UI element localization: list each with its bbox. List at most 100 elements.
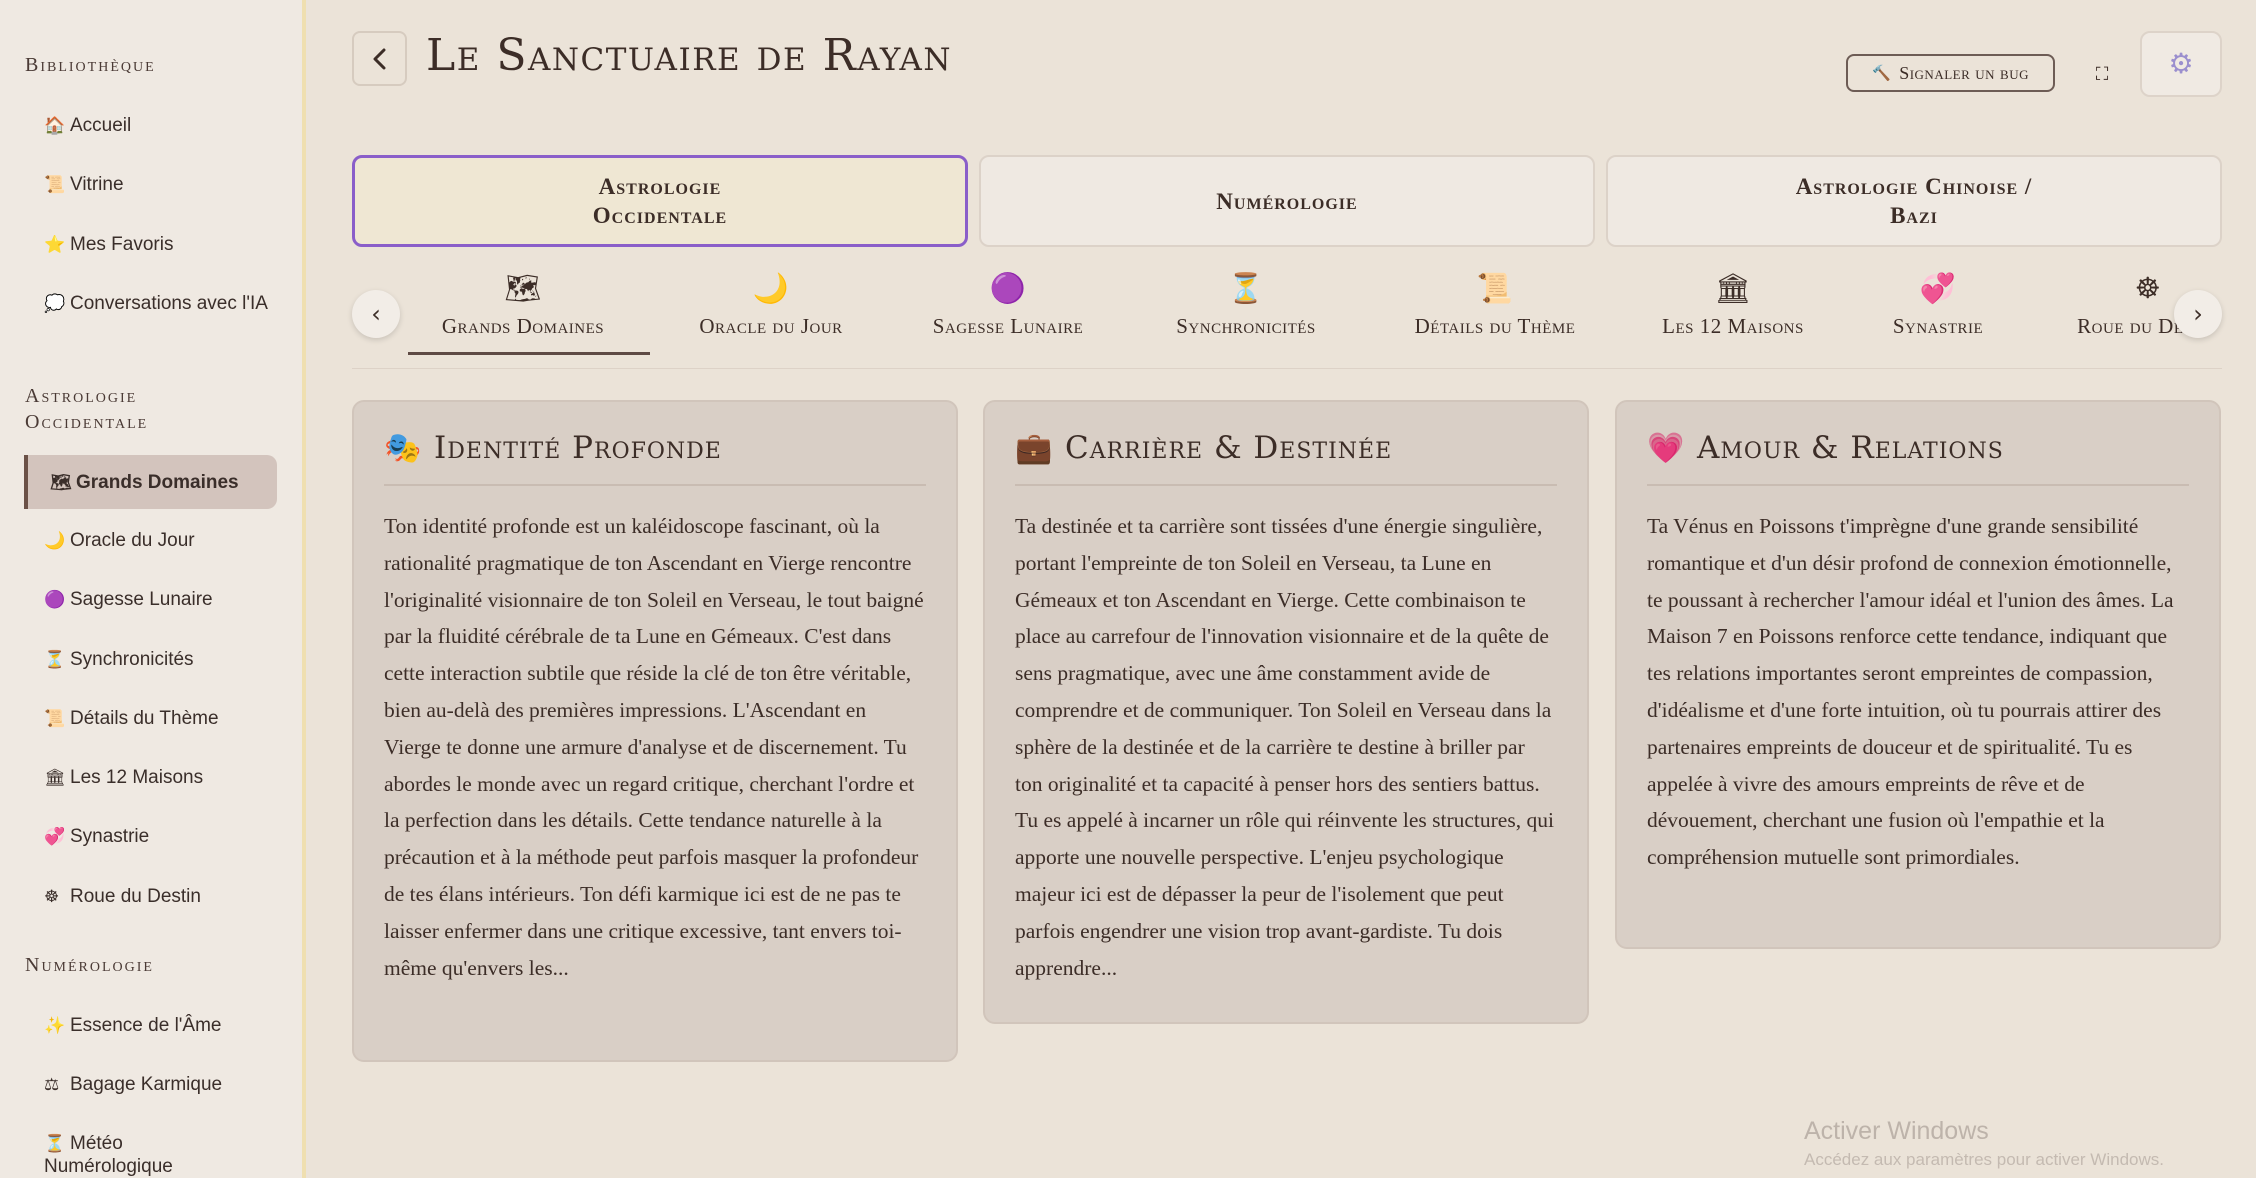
sidebar-section-astrologie: Astrologie Occidentale xyxy=(25,385,149,433)
report-bug-label: Signaler un bug xyxy=(1899,62,2029,83)
subtab-sagesse[interactable]: 🟣 Sagesse Lunaire xyxy=(923,270,1093,339)
sidebar-item-label: Vitrine xyxy=(70,174,124,195)
wheel-icon: ☸ xyxy=(44,887,60,906)
sidebar-item-sagesse[interactable]: 🟣 Sagesse Lunaire xyxy=(26,588,279,611)
subtabs-prev-button[interactable]: ‹ xyxy=(352,290,400,338)
subtab-details[interactable]: 📜 Détails du Thème xyxy=(1400,270,1590,339)
sidebar: Bibliothèque 🏠 Accueil 📜 Vitrine ⭐ Mes F… xyxy=(0,0,306,1178)
card-title: Amour & Relations xyxy=(1697,430,2004,466)
subtab-label: Oracle du Jour xyxy=(699,314,843,338)
card-carriere: 💼 Carrière & Destinée Ta destinée et ta … xyxy=(983,400,1589,1024)
hearts-icon: 💞 xyxy=(1919,271,1957,305)
sidebar-item-synchronicites[interactable]: ⏳ Synchronicités xyxy=(26,648,279,671)
sidebar-item-conversations[interactable]: 💭 Conversations avec l'IA xyxy=(26,292,279,315)
sidebar-item-label: Bagage Karmique xyxy=(70,1074,223,1095)
report-bug-button[interactable]: 🔨 Signaler un bug xyxy=(1846,54,2055,92)
sidebar-item-bagage[interactable]: ⚖ Bagage Karmique xyxy=(26,1073,279,1096)
subtab-synchronicites[interactable]: ⏳ Synchronicités xyxy=(1161,270,1331,339)
tab-numerologie[interactable]: Numérologie xyxy=(979,155,1595,247)
scroll-icon: 📜 xyxy=(44,175,66,194)
sidebar-item-label: Essence de l'Âme xyxy=(70,1015,222,1036)
hourglass-icon: ⏳ xyxy=(1227,271,1265,305)
subtab-oracle[interactable]: 🌙 Oracle du Jour xyxy=(686,270,856,339)
subtabs-strip: 🗺 Grands Domaines 🌙 Oracle du Jour 🟣 Sag… xyxy=(408,270,2213,360)
card-amour: 💗 Amour & Relations Ta Vénus en Poissons… xyxy=(1615,400,2221,949)
divider xyxy=(352,368,2222,369)
sidebar-section-bibliotheque: Bibliothèque xyxy=(25,54,156,76)
card-header: 🎭 Identité Profonde xyxy=(384,430,926,486)
thought-bubble-icon: 💭 xyxy=(44,294,66,313)
sidebar-item-label: Oracle du Jour xyxy=(70,530,195,551)
subtab-label: Grands Domaines xyxy=(441,314,605,338)
chevron-left-icon: ‹ xyxy=(371,300,381,328)
subtab-synastrie[interactable]: 💞 Synastrie xyxy=(1873,270,2003,339)
activation-watermark-text: Accédez aux paramètres pour activer Wind… xyxy=(1804,1150,2164,1169)
sidebar-section-numerologie: Numérologie xyxy=(25,954,154,976)
sparkles-icon: ✨ xyxy=(44,1016,66,1035)
sidebar-item-label: Les 12 Maisons xyxy=(70,767,204,788)
star-icon: ⭐ xyxy=(44,235,66,254)
subtab-label: Les 12 Maisons xyxy=(1662,314,1804,338)
masks-icon: 🎭 xyxy=(384,430,422,466)
gear-icon: ⚙ xyxy=(2168,49,2194,80)
subtab-grands-domaines[interactable]: 🗺 Grands Domaines xyxy=(433,270,613,339)
subtab-label: Détails du Thème xyxy=(1414,314,1576,338)
sidebar-item-accueil[interactable]: 🏠 Accueil xyxy=(26,114,279,137)
map-icon: 🗺 xyxy=(504,271,542,305)
sidebar-item-label: Détails du Thème xyxy=(70,708,219,729)
activation-watermark-title: Activer Windows xyxy=(1804,1117,1989,1145)
hammer-icon: 🔨 xyxy=(1872,65,1892,82)
sidebar-item-meteo[interactable]: ⏳ Météo Numérologique xyxy=(26,1132,226,1178)
sidebar-item-details[interactable]: 📜 Détails du Thème xyxy=(26,707,279,730)
subtab-maisons[interactable]: 🏛 Les 12 Maisons xyxy=(1648,270,1818,339)
chevron-right-icon: › xyxy=(2193,300,2203,328)
back-button[interactable] xyxy=(352,31,407,86)
settings-button[interactable]: ⚙ xyxy=(2140,31,2222,97)
sidebar-item-label: Conversations avec l'IA xyxy=(70,293,268,314)
tab-astrologie-occidentale[interactable]: Astrologie Occidentale xyxy=(352,155,968,247)
fullscreen-icon: ⛶ xyxy=(2095,63,2109,85)
sidebar-item-label: Roue du Destin xyxy=(70,886,201,907)
scroll-icon: 📜 xyxy=(44,709,66,728)
sidebar-item-synastrie[interactable]: 💞 Synastrie xyxy=(26,825,279,848)
tab-astrologie-chinoise[interactable]: Astrologie Chinoise / Bazi xyxy=(1606,155,2222,247)
sidebar-item-label: Synchronicités xyxy=(70,649,194,670)
home-icon: 🏠 xyxy=(44,116,66,135)
tab-label: Numérologie xyxy=(1216,188,1358,214)
sidebar-item-oracle[interactable]: 🌙 Oracle du Jour xyxy=(26,529,279,552)
scroll-icon: 📜 xyxy=(1476,271,1514,305)
card-title: Carrière & Destinée xyxy=(1065,430,1393,466)
temple-icon: 🏛 xyxy=(44,768,66,787)
card-body: Ton identité profonde est un kaléidoscop… xyxy=(384,514,924,980)
sidebar-item-roue[interactable]: ☸ Roue du Destin xyxy=(26,885,279,908)
subtab-label: Synchronicités xyxy=(1176,314,1316,338)
card-header: 💼 Carrière & Destinée xyxy=(1015,430,1557,486)
card-title: Identité Profonde xyxy=(434,430,722,466)
heart-icon: 💗 xyxy=(1647,430,1685,466)
sidebar-item-label: Mes Favoris xyxy=(70,234,174,255)
subtabs-next-button[interactable]: › xyxy=(2174,290,2222,338)
active-subtab-indicator xyxy=(408,352,650,355)
sidebar-item-vitrine[interactable]: 📜 Vitrine xyxy=(26,173,279,196)
briefcase-icon: 💼 xyxy=(1015,430,1053,466)
tab-label: Astrologie Occidentale xyxy=(592,174,728,228)
hourglass-icon: ⏳ xyxy=(44,1134,66,1153)
map-icon: 🗺 xyxy=(50,472,72,492)
sidebar-item-maisons[interactable]: 🏛 Les 12 Maisons xyxy=(26,766,279,789)
chevron-left-icon xyxy=(373,48,385,69)
sidebar-item-favoris[interactable]: ⭐ Mes Favoris xyxy=(26,233,279,256)
moon-icon: 🌙 xyxy=(44,531,66,550)
scales-icon: ⚖ xyxy=(44,1075,60,1094)
sidebar-item-label: Synastrie xyxy=(70,826,150,847)
tab-label: Astrologie Chinoise / Bazi xyxy=(1795,174,2033,228)
card-header: 💗 Amour & Relations xyxy=(1647,430,2189,486)
moon-icon: 🌙 xyxy=(752,271,790,305)
card-identite: 🎭 Identité Profonde Ton identité profond… xyxy=(352,400,958,1062)
sidebar-item-essence[interactable]: ✨ Essence de l'Âme xyxy=(26,1014,279,1037)
sidebar-item-grands-domaines[interactable]: 🗺 Grands Domaines xyxy=(24,455,277,509)
fullscreen-button[interactable]: ⛶ xyxy=(2076,50,2128,98)
subtab-label: Synastrie xyxy=(1892,314,1984,338)
page-title: Le Sanctuaire de Rayan xyxy=(426,30,952,81)
hearts-icon: 💞 xyxy=(44,827,66,846)
purple-circle-icon: 🟣 xyxy=(44,590,66,609)
